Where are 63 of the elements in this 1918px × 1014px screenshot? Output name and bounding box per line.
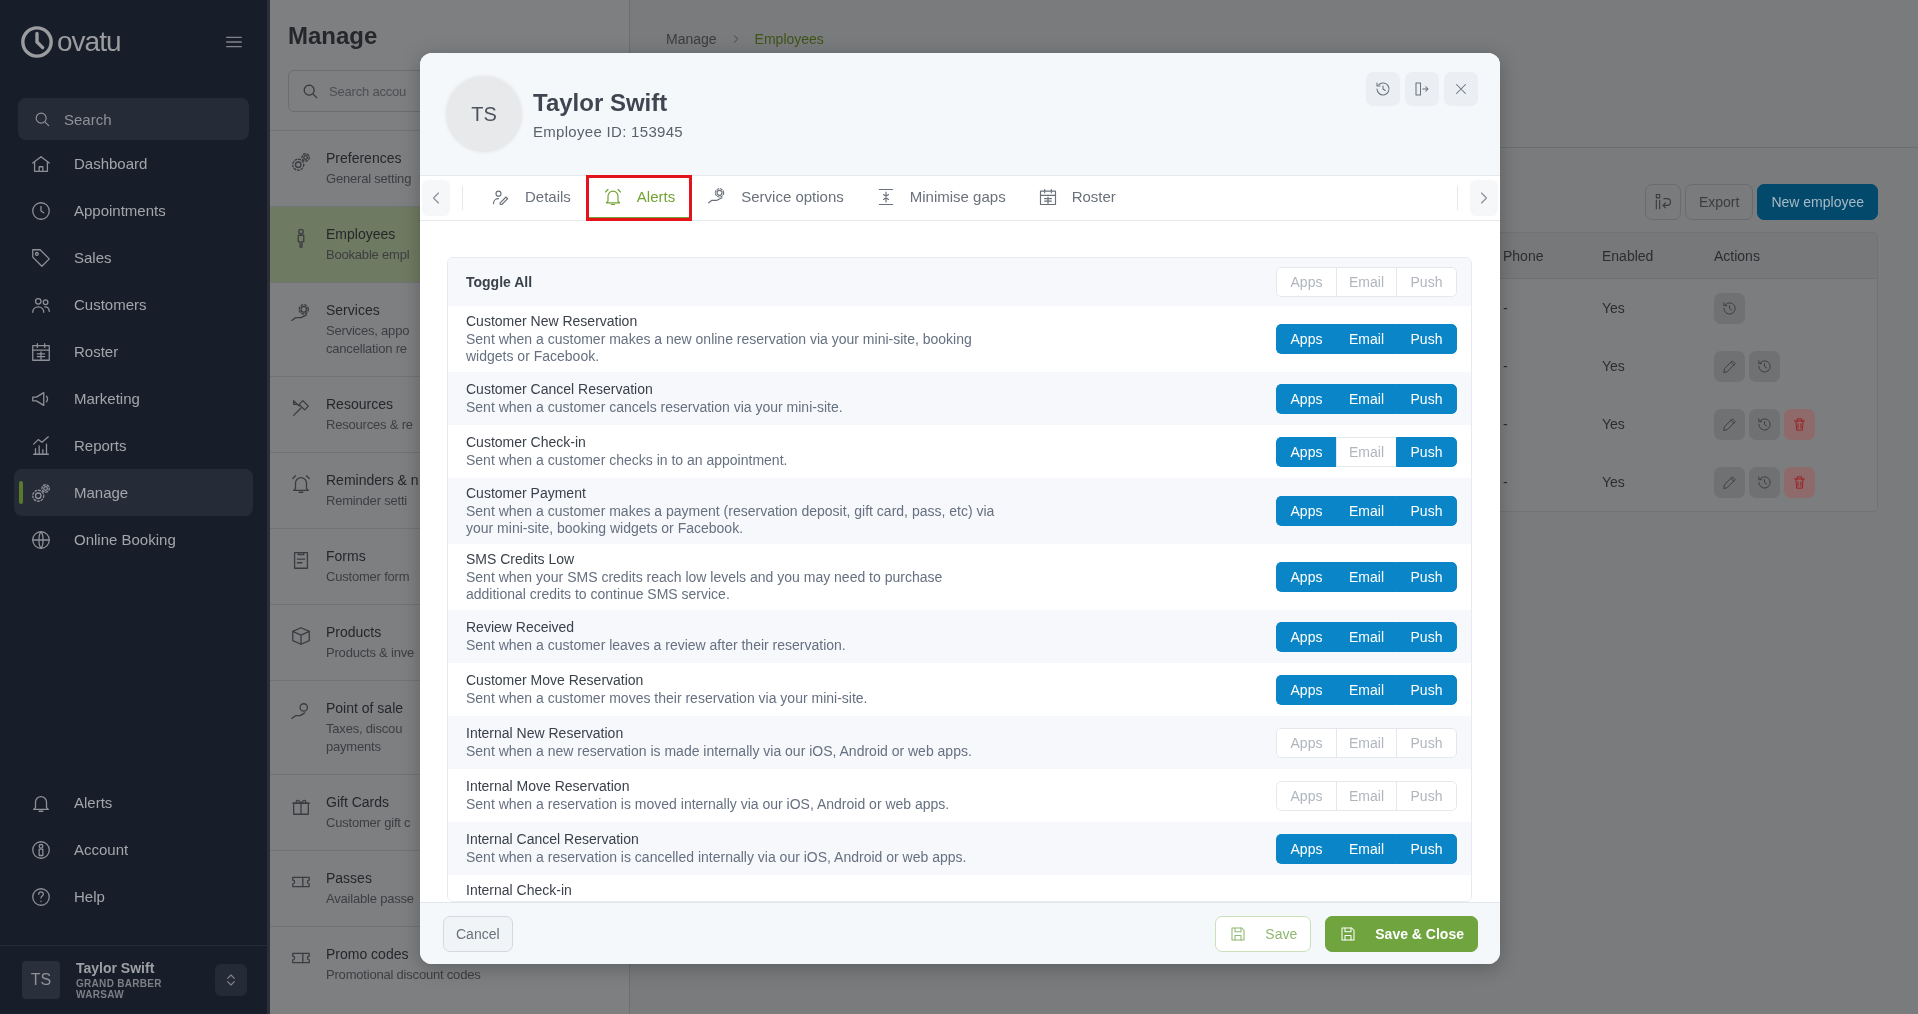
alert-title: Customer Move Reservation [466,672,645,689]
alert-title: SMS Credits Low [466,551,576,568]
item-description: Products & inve [326,644,415,662]
user-avatar: TS [22,961,60,999]
alert-description: Sent when a customer moves their reservation via your mini-site. [466,690,868,707]
user-name: Taylor Swift [76,960,156,976]
item-title: Products [326,623,383,642]
item-title: Preferences [326,149,403,168]
alert-title: Internal Cancel Reservation [466,831,640,848]
item-title: Employees [326,225,397,244]
alert-description: Sent when a customer makes a payment (reservation deposit, gift card, pass, etc) via your mini-site, booking widgets or Facebook. [466,503,996,537]
alert-title: Internal New Reservation [466,725,625,742]
table-cell-text: Yes [1601,300,1626,316]
item-description: Resources & re [326,416,413,434]
alert-description: Sent when a customer checks in to an appointment. [466,452,788,469]
item-description: Reminder setti [326,492,408,510]
column-header: Enabled [1601,247,1655,264]
table-cell-text: Yes [1601,474,1626,490]
item-title: Gift Cards [326,793,390,812]
table-cell-text: - [1502,416,1509,432]
item-description: Bookable empl [326,246,410,264]
logo-text: ovatu [57,26,121,58]
column-header: Phone [1502,247,1545,264]
alert-title: Customer Check-in [466,434,587,451]
alert-title: Customer Cancel Reservation [466,381,654,398]
item-description: Promotional discount codes [326,966,481,984]
item-title: Resources [326,395,394,414]
item-title: Forms [326,547,367,566]
alert-title: Internal Move Reservation [466,778,631,795]
item-title: Reminders & n [326,471,419,490]
alert-title: Customer New Reservation [466,313,639,330]
item-title: Passes [326,869,373,888]
employee-id: Employee ID: 153945 [533,122,683,140]
item-description: General setting [326,170,412,188]
alert-title: Internal Check-in [466,882,572,899]
alert-title: Review Received [466,619,576,636]
column-header: Actions [1713,247,1761,264]
item-description: Customer gift c [326,814,411,832]
alert-description: Sent when a reservation is moved internally via our iOS, Android or web apps. [466,796,950,813]
item-description: Taxes, discou payments [326,720,404,756]
alert-description: Sent when a customer makes a new online reservation via your mini-site, booking widgets or Facebook. [466,331,973,365]
item-title: Promo codes [326,945,410,964]
panel-title: Manage [287,21,379,51]
table-cell-text: - [1502,474,1509,490]
item-title: Services [326,301,381,320]
alert-title: Customer Payment [466,485,587,502]
alert-description: Sent when your SMS credits reach low levels and you may need to purchase additional credits to continue SMS service. [466,569,944,603]
alert-description: Sent when a reservation is cancelled internally via our iOS, Android or web apps. [466,849,967,866]
table-cell-text: - [1502,300,1509,316]
alert-description: Sent when a customer cancels reservation via your mini-site. [466,399,843,416]
item-description: Available passe [326,890,414,908]
item-title: Point of sale [326,699,404,718]
avatar: TS [444,74,524,154]
item-description: Customer form [326,568,410,586]
table-cell-text: Yes [1601,416,1626,432]
table-cell-text: - [1502,358,1509,374]
business-name: GRAND BARBER WARSAW [76,978,163,1000]
alert-description: Sent when a new reservation is made internally via our iOS, Android or web apps. [466,743,972,760]
alert-description: Sent when a customer leaves a review after their reservation. [466,637,846,654]
item-description: Services, appo cancellation re [326,322,410,358]
employee-name: Taylor Swift [533,88,669,117]
table-cell-text: Yes [1601,358,1626,374]
toggle-all-label: Toggle All [466,274,533,290]
